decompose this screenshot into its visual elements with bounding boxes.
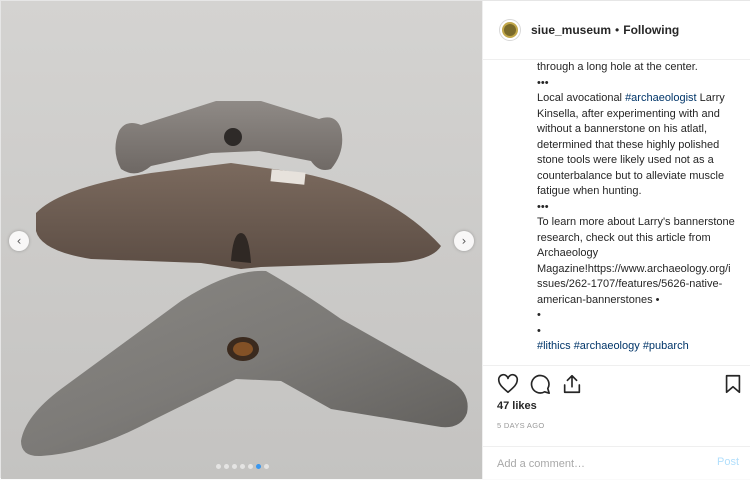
following-button[interactable]: Following xyxy=(623,23,679,37)
share-icon[interactable] xyxy=(561,373,583,395)
hashtag-archaeologist[interactable]: #archaeologist xyxy=(625,92,697,104)
carousel-dot xyxy=(256,464,261,469)
carousel-dot xyxy=(216,464,221,469)
bookmark-icon[interactable] xyxy=(722,373,744,395)
instagram-post: ‹ › siue_museum • Following through a lo… xyxy=(0,0,750,479)
next-slide-button[interactable]: › xyxy=(454,231,474,251)
username-link[interactable]: siue_museum xyxy=(531,23,611,37)
comment-bar: Post xyxy=(483,446,750,480)
likes-count[interactable]: 47 likes xyxy=(497,400,537,412)
post-comment-button[interactable]: Post xyxy=(717,456,739,468)
action-icons xyxy=(497,373,583,395)
caption-paragraph: Local avocational #archaeologist Larry K… xyxy=(537,91,736,200)
heart-icon[interactable] xyxy=(497,373,519,395)
comment-input[interactable] xyxy=(497,455,697,473)
carousel-dot xyxy=(240,464,245,469)
carousel-dot xyxy=(232,464,237,469)
hashtag-archaeology[interactable]: #archaeology xyxy=(574,340,640,352)
avatar[interactable] xyxy=(499,19,521,41)
caption-bullet: • xyxy=(537,324,541,337)
caption-text: Local avocational xyxy=(537,92,626,104)
hashtag-lithics[interactable]: #lithics xyxy=(537,340,571,352)
caption-line: through a long hole at the center. xyxy=(537,61,698,73)
caption-area: through a long hole at the center. ••• L… xyxy=(483,60,750,365)
caption-bullet: • xyxy=(537,309,541,321)
actions-section: 47 likes 5 DAYS AGO Post xyxy=(483,365,750,479)
hashtag-list: #lithics #archaeology #pubarch xyxy=(537,339,736,355)
chevron-right-icon: › xyxy=(461,234,467,248)
post-photo[interactable]: ‹ › xyxy=(1,1,482,479)
carousel-indicator xyxy=(216,464,269,469)
bannerstones-image xyxy=(21,101,468,457)
caption-dots: ••• xyxy=(537,76,549,89)
post-date: 5 DAYS AGO xyxy=(497,421,545,430)
previous-slide-button[interactable]: ‹ xyxy=(9,231,29,251)
hashtag-pubarch[interactable]: #pubarch xyxy=(643,340,689,352)
caption-text: Larry Kinsella, after experimenting with… xyxy=(537,92,725,197)
separator-dot: • xyxy=(615,23,620,37)
caption-dots: ••• xyxy=(537,200,549,213)
carousel-dot xyxy=(248,464,253,469)
chevron-left-icon: ‹ xyxy=(16,234,22,248)
caption-paragraph: To learn more about Larry's bannerstone … xyxy=(537,216,735,306)
post-header: siue_museum • Following xyxy=(483,1,750,60)
post-details-panel: siue_museum • Following through a long h… xyxy=(482,1,750,479)
museum-logo-icon xyxy=(502,22,518,38)
carousel-dot xyxy=(264,464,269,469)
comment-icon[interactable] xyxy=(529,373,551,395)
carousel-dot xyxy=(224,464,229,469)
